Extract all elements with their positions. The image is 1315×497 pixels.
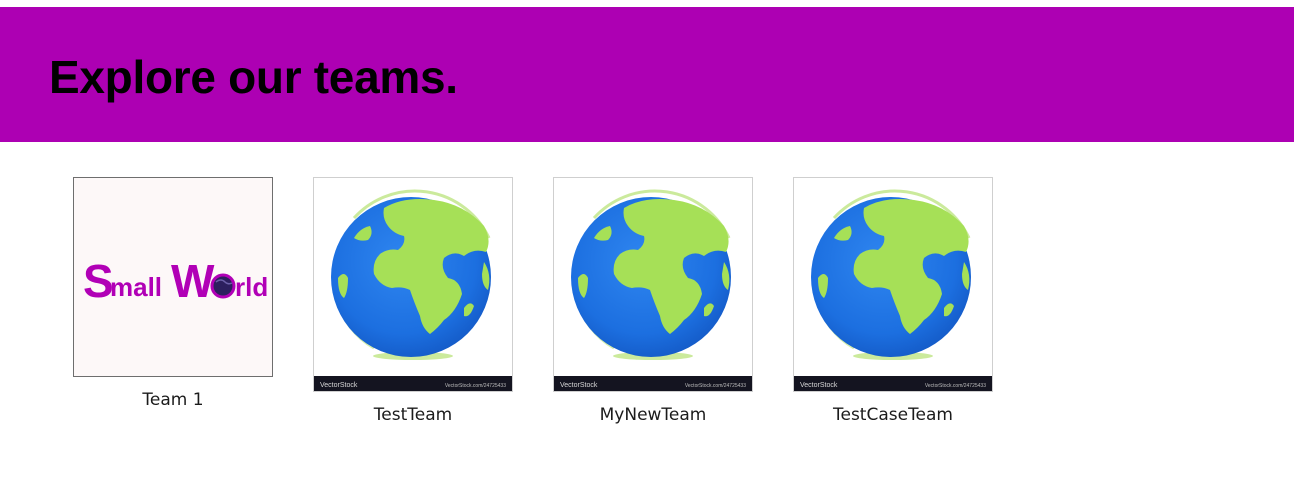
- team-name[interactable]: TestCaseTeam: [793, 405, 993, 425]
- header-banner: Explore our teams.: [0, 7, 1294, 142]
- globe-icon: VectorStock VectorStock.com/24725433: [314, 178, 512, 391]
- team-card-mynewteam[interactable]: VectorStock VectorStock.com/24725433 MyN…: [553, 177, 753, 425]
- svg-text:VectorStock.com/24725433: VectorStock.com/24725433: [445, 383, 506, 389]
- team-globe-image[interactable]: VectorStock VectorStock.com/24725433: [313, 177, 513, 392]
- logo-text-mall: mall: [110, 272, 162, 302]
- svg-text:VectorStock: VectorStock: [320, 382, 358, 389]
- team-globe-image[interactable]: VectorStock VectorStock.com/24725433: [553, 177, 753, 392]
- logo-letter-w: W: [171, 255, 215, 307]
- team-globe-image[interactable]: VectorStock VectorStock.com/24725433: [793, 177, 993, 392]
- page-title: Explore our teams.: [49, 51, 458, 103]
- logo-globe-icon: [210, 273, 236, 299]
- smallworld-logo: S mall W rld: [83, 255, 268, 307]
- svg-text:VectorStock.com/24725433: VectorStock.com/24725433: [685, 383, 746, 389]
- svg-text:VectorStock.com/24725433: VectorStock.com/24725433: [925, 383, 986, 389]
- team-name[interactable]: Team 1: [73, 390, 273, 410]
- team-logo-image[interactable]: S mall W rld: [73, 177, 273, 377]
- globe-icon: VectorStock VectorStock.com/24725433: [554, 178, 752, 391]
- team-card-testteam[interactable]: VectorStock VectorStock.com/24725433 Tes…: [313, 177, 513, 425]
- team-name[interactable]: MyNewTeam: [553, 405, 753, 425]
- team-card-team-1[interactable]: S mall W rld Team 1: [73, 177, 273, 410]
- team-name[interactable]: TestTeam: [313, 405, 513, 425]
- team-card-testcaseteam[interactable]: VectorStock VectorStock.com/24725433 Tes…: [793, 177, 993, 425]
- svg-text:VectorStock: VectorStock: [800, 382, 838, 389]
- logo-text-rld: rld: [235, 272, 268, 302]
- svg-text:VectorStock: VectorStock: [560, 382, 598, 389]
- page: Explore our teams. S mall W rld Team 1 V…: [0, 0, 1315, 497]
- globe-icon: VectorStock VectorStock.com/24725433: [794, 178, 992, 391]
